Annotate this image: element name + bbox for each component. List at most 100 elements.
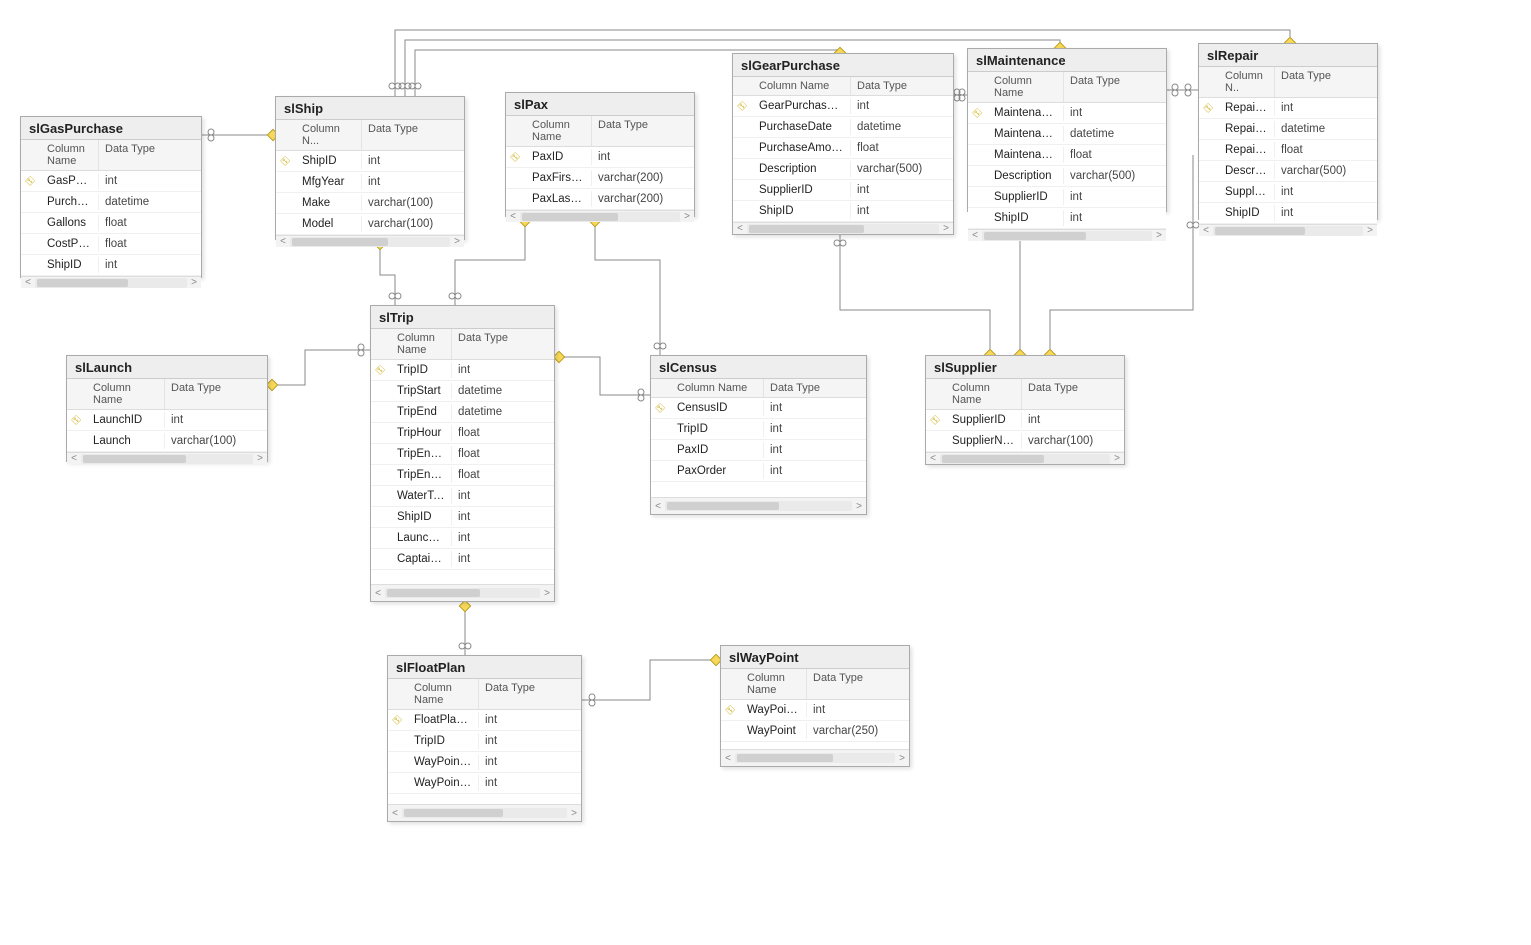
table-slLaunch[interactable]: slLaunch Column Name Data Type ⚿LaunchID… bbox=[66, 355, 268, 462]
table-row[interactable]: Gallonsfloat bbox=[21, 213, 201, 234]
table-slGearPurchase[interactable]: slGearPurchase Column Name Data Type ⚿Ge… bbox=[732, 53, 954, 235]
table-row[interactable]: ShipIDint bbox=[1199, 203, 1377, 224]
table-row[interactable]: ⚿GasPurchaseIDint bbox=[21, 171, 201, 192]
table-row[interactable]: CostPerGallonfloat bbox=[21, 234, 201, 255]
table-row[interactable]: ⚿MaintenanceIDint bbox=[968, 103, 1166, 124]
table-row[interactable]: ⚿FloatPlanIDint bbox=[388, 710, 581, 731]
table-row[interactable]: WayPointIDint bbox=[388, 752, 581, 773]
scrollbar[interactable]: <> bbox=[968, 229, 1166, 241]
table-row[interactable]: Descriptionvarchar(500) bbox=[968, 166, 1166, 187]
scroll-left-icon[interactable]: < bbox=[735, 223, 745, 234]
scrollbar[interactable]: <> bbox=[506, 210, 694, 222]
scroll-left-icon[interactable]: < bbox=[1201, 225, 1211, 236]
table-row[interactable]: TripIDint bbox=[651, 419, 866, 440]
table-slRepair[interactable]: slRepair Column N.. Data Type ⚿RepairIDi… bbox=[1198, 43, 1378, 220]
scroll-right-icon[interactable]: > bbox=[854, 501, 864, 512]
table-row[interactable]: SupplierIDint bbox=[1199, 182, 1377, 203]
table-slShip[interactable]: slShip Column N... Data Type ⚿ShipIDint … bbox=[275, 96, 465, 240]
table-row[interactable]: SupplierIDint bbox=[733, 180, 953, 201]
scroll-left-icon[interactable]: < bbox=[970, 230, 980, 241]
table-row[interactable]: TripEnddatetime bbox=[371, 402, 554, 423]
table-row[interactable]: WayPointvarchar(250) bbox=[721, 721, 909, 742]
table-row[interactable]: ShipIDint bbox=[21, 255, 201, 276]
scroll-left-icon[interactable]: < bbox=[508, 211, 518, 222]
table-slWayPoint[interactable]: slWayPoint Column Name Data Type ⚿WayPoi… bbox=[720, 645, 910, 767]
scrollbar[interactable]: <> bbox=[721, 749, 909, 766]
table-row[interactable]: ShipIDint bbox=[733, 201, 953, 222]
scroll-left-icon[interactable]: < bbox=[390, 808, 400, 819]
scroll-right-icon[interactable]: > bbox=[452, 236, 462, 247]
table-row[interactable]: PurchaseAmountfloat bbox=[733, 138, 953, 159]
table-row[interactable]: WaterTempint bbox=[371, 486, 554, 507]
table-row[interactable]: ⚿CensusIDint bbox=[651, 398, 866, 419]
table-row[interactable]: PurchaseDatedatetime bbox=[21, 192, 201, 213]
table-row[interactable]: PaxIDint bbox=[651, 440, 866, 461]
table-slPax[interactable]: slPax Column Name Data Type ⚿PaxIDint Pa… bbox=[505, 92, 695, 217]
table-row[interactable]: ⚿LaunchIDint bbox=[67, 410, 267, 431]
scrollbar[interactable]: <> bbox=[276, 235, 464, 247]
table-row[interactable]: WayPointOrderint bbox=[388, 773, 581, 794]
table-row[interactable]: SupplierNamevarchar(100) bbox=[926, 431, 1124, 452]
scroll-right-icon[interactable]: > bbox=[897, 753, 907, 764]
table-row[interactable]: TripIDint bbox=[388, 731, 581, 752]
table-row[interactable]: TripStartdatetime bbox=[371, 381, 554, 402]
scroll-right-icon[interactable]: > bbox=[682, 211, 692, 222]
scroll-left-icon[interactable]: < bbox=[278, 236, 288, 247]
scroll-right-icon[interactable]: > bbox=[941, 223, 951, 234]
diagram-canvas[interactable]: slGasPurchase Column Name Data Type ⚿Gas… bbox=[0, 0, 1531, 945]
scroll-right-icon[interactable]: > bbox=[255, 453, 265, 464]
scrollbar[interactable]: <> bbox=[388, 804, 581, 821]
table-row[interactable]: ⚿PaxIDint bbox=[506, 147, 694, 168]
scroll-left-icon[interactable]: < bbox=[928, 453, 938, 464]
table-row[interactable]: ⚿TripIDint bbox=[371, 360, 554, 381]
scroll-right-icon[interactable]: > bbox=[189, 277, 199, 288]
scroll-left-icon[interactable]: < bbox=[69, 453, 79, 464]
table-row[interactable]: SupplierIDint bbox=[968, 187, 1166, 208]
scrollbar[interactable]: <> bbox=[651, 497, 866, 514]
table-row[interactable]: CaptainIDint bbox=[371, 549, 554, 570]
table-row[interactable]: TripHourfloat bbox=[371, 423, 554, 444]
scroll-right-icon[interactable]: > bbox=[1112, 453, 1122, 464]
table-row[interactable]: PaxLastNamevarchar(200) bbox=[506, 189, 694, 210]
table-row[interactable]: Descriptionvarchar(500) bbox=[1199, 161, 1377, 182]
table-slGasPurchase[interactable]: slGasPurchase Column Name Data Type ⚿Gas… bbox=[20, 116, 202, 278]
table-row[interactable]: ⚿ShipIDint bbox=[276, 151, 464, 172]
table-row[interactable]: TripEngineEndfloat bbox=[371, 465, 554, 486]
scroll-right-icon[interactable]: > bbox=[1365, 225, 1375, 236]
table-slFloatPlan[interactable]: slFloatPlan Column Name Data Type ⚿Float… bbox=[387, 655, 582, 822]
table-row[interactable]: MaintenanceDatedatetime bbox=[968, 124, 1166, 145]
table-row[interactable]: Descriptionvarchar(500) bbox=[733, 159, 953, 180]
scroll-left-icon[interactable]: < bbox=[723, 753, 733, 764]
table-slCensus[interactable]: slCensus Column Name Data Type ⚿CensusID… bbox=[650, 355, 867, 515]
scrollbar[interactable]: <> bbox=[21, 276, 201, 288]
table-row[interactable]: MfgYearint bbox=[276, 172, 464, 193]
scrollbar[interactable]: <> bbox=[1199, 224, 1377, 236]
table-row[interactable]: Makevarchar(100) bbox=[276, 193, 464, 214]
table-row[interactable]: PurchaseDatedatetime bbox=[733, 117, 953, 138]
table-row[interactable]: ShipIDint bbox=[371, 507, 554, 528]
scroll-right-icon[interactable]: > bbox=[542, 588, 552, 599]
table-row[interactable]: TripEngineStartfloat bbox=[371, 444, 554, 465]
table-row[interactable]: RepairCostfloat bbox=[1199, 140, 1377, 161]
scrollbar[interactable]: <> bbox=[67, 452, 267, 464]
table-row[interactable]: Modelvarchar(100) bbox=[276, 214, 464, 235]
table-row[interactable]: RepairDatedatetime bbox=[1199, 119, 1377, 140]
table-row[interactable]: ShipIDint bbox=[968, 208, 1166, 229]
scroll-left-icon[interactable]: < bbox=[23, 277, 33, 288]
scrollbar[interactable]: <> bbox=[733, 222, 953, 234]
table-slMaintenance[interactable]: slMaintenance Column Name Data Type ⚿Mai… bbox=[967, 48, 1167, 212]
scrollbar[interactable]: <> bbox=[371, 584, 554, 601]
table-row[interactable]: ⚿WayPointIDint bbox=[721, 700, 909, 721]
table-row[interactable]: ⚿GearPurchaseIDint bbox=[733, 96, 953, 117]
table-slSupplier[interactable]: slSupplier Column Name Data Type ⚿Suppli… bbox=[925, 355, 1125, 465]
table-row[interactable]: PaxOrderint bbox=[651, 461, 866, 482]
table-row[interactable]: LaunchIDint bbox=[371, 528, 554, 549]
table-row[interactable]: ⚿SupplierIDint bbox=[926, 410, 1124, 431]
table-row[interactable]: MaintenanceCostfloat bbox=[968, 145, 1166, 166]
table-row[interactable]: Launchvarchar(100) bbox=[67, 431, 267, 452]
table-slTrip[interactable]: slTrip Column Name Data Type ⚿TripIDint … bbox=[370, 305, 555, 602]
scrollbar[interactable]: <> bbox=[926, 452, 1124, 464]
scroll-right-icon[interactable]: > bbox=[569, 808, 579, 819]
scroll-left-icon[interactable]: < bbox=[373, 588, 383, 599]
scroll-left-icon[interactable]: < bbox=[653, 501, 663, 512]
